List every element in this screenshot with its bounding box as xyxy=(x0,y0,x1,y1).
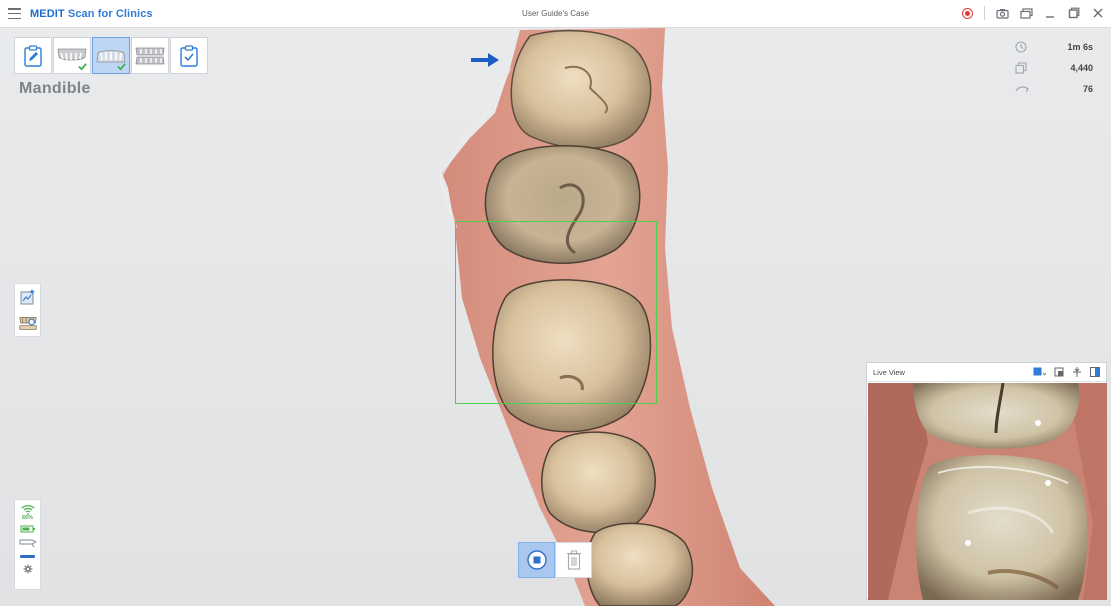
live-camera-feed xyxy=(868,383,1107,600)
maximize-button[interactable] xyxy=(1067,6,1081,20)
clipboard-pencil-icon xyxy=(24,44,42,67)
stage-title: Mandible xyxy=(19,80,91,97)
scan-viewport[interactable]: Mandible 1m 6s 4,440 76 65% Live View xyxy=(0,28,1111,606)
connection-bar xyxy=(20,555,35,558)
stat-frames: 4,440 xyxy=(1015,62,1093,74)
stage-review-button[interactable] xyxy=(170,37,208,74)
panel-toggle-icon[interactable] xyxy=(1090,367,1100,377)
scan-filter-button[interactable] xyxy=(18,287,38,307)
scan-control xyxy=(518,542,592,578)
scan-stats: 1m 6s 4,440 76 xyxy=(1015,41,1093,95)
app-title: MEDIT Scan for Clinics xyxy=(30,8,153,20)
stat-rate-value: 76 xyxy=(1082,84,1093,94)
record-button[interactable] xyxy=(960,6,974,20)
device-status-panel: 65% xyxy=(14,499,41,590)
close-icon xyxy=(1093,8,1103,18)
scan-area-frame xyxy=(455,221,657,404)
wifi-icon xyxy=(21,505,34,515)
scanner-handpiece-icon xyxy=(19,539,37,547)
delete-scan-button[interactable] xyxy=(555,542,592,578)
clock-icon xyxy=(1015,41,1027,53)
gear-icon[interactable] xyxy=(23,564,33,574)
battery-icon xyxy=(20,525,35,533)
live-view-title: Live View xyxy=(873,367,905,377)
check-icon xyxy=(117,63,126,71)
stage-maxilla-button[interactable] xyxy=(53,37,91,74)
case-title-text: User Guide's Case xyxy=(522,9,589,18)
divider xyxy=(984,6,985,20)
tooth-library-icon xyxy=(18,317,37,330)
stage-mandible-button[interactable] xyxy=(92,37,130,74)
live-view-panel[interactable]: Live View xyxy=(866,362,1107,600)
window-controls xyxy=(960,6,1105,20)
check-icon xyxy=(78,63,87,71)
live-view-header: Live View xyxy=(867,363,1106,382)
close-button[interactable] xyxy=(1091,6,1105,20)
stage-occlusion-button[interactable] xyxy=(131,37,169,74)
stage-note-button[interactable] xyxy=(14,37,52,74)
occlusion-teeth-icon xyxy=(135,47,165,64)
focus-icon[interactable] xyxy=(1072,367,1082,377)
live-view-toolbar xyxy=(1033,367,1100,377)
minimize-icon xyxy=(1046,16,1054,18)
stage-toolbar xyxy=(14,37,208,74)
stat-time: 1m 6s xyxy=(1015,41,1093,53)
scan-direction-arrow-icon xyxy=(471,53,499,67)
stop-scan-button[interactable] xyxy=(518,542,555,578)
minimize-button[interactable] xyxy=(1043,6,1057,20)
app-brand: MEDIT xyxy=(30,8,65,20)
menu-icon[interactable] xyxy=(8,8,21,19)
restore-icon xyxy=(1068,7,1080,19)
app-name: Scan for Clinics xyxy=(67,8,153,20)
tile-windows-button[interactable] xyxy=(1019,6,1033,20)
trash-icon xyxy=(566,550,581,570)
clipboard-check-icon xyxy=(180,44,198,67)
record-icon xyxy=(961,7,973,19)
stat-time-value: 1m 6s xyxy=(1067,42,1093,52)
camera-icon xyxy=(995,8,1009,19)
frames-icon xyxy=(1015,62,1027,74)
stop-icon xyxy=(526,550,547,570)
stat-frames-value: 4,440 xyxy=(1070,63,1093,73)
case-title: User Guide's Case xyxy=(0,9,1111,18)
wifi-strength: 65% xyxy=(21,515,33,521)
stat-rate: 76 xyxy=(1015,83,1093,95)
scan-rate-icon xyxy=(1015,86,1029,93)
tooth-library-button[interactable] xyxy=(18,313,38,333)
color-mode-icon[interactable] xyxy=(1033,367,1046,377)
windows-icon xyxy=(1019,7,1033,19)
scan-filter-icon xyxy=(20,289,35,305)
screenshot-button[interactable] xyxy=(995,6,1009,20)
side-toolbar xyxy=(14,283,41,337)
title-bar: MEDIT Scan for Clinics User Guide's Case xyxy=(0,0,1111,28)
snapshot-icon[interactable] xyxy=(1054,367,1064,377)
live-camera-image xyxy=(868,383,1107,600)
